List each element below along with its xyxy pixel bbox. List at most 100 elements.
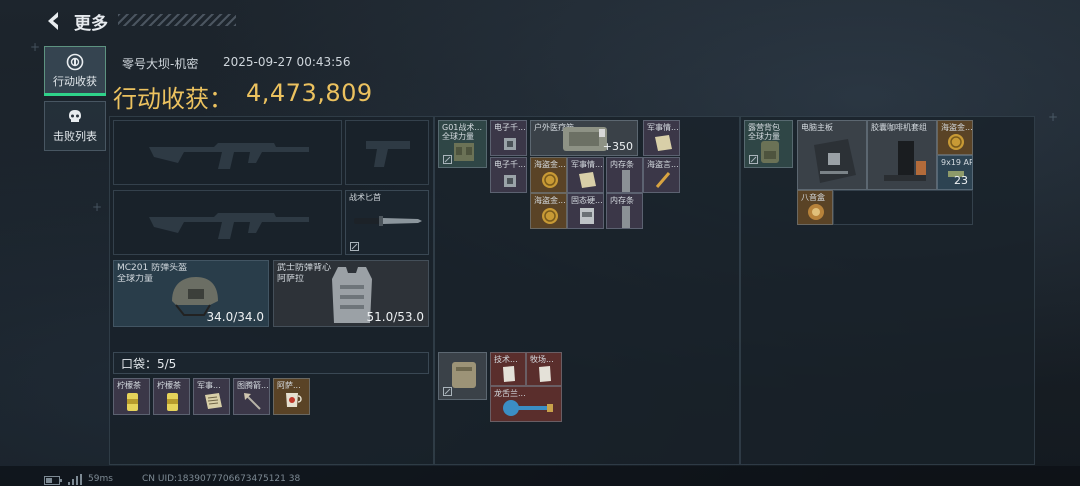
pocket-item[interactable]: 柠檬茶 bbox=[113, 378, 150, 415]
helmet-brand: 全球力量 bbox=[117, 274, 154, 284]
pocket-item[interactable]: 阿萨... bbox=[273, 378, 310, 415]
arrow-icon bbox=[244, 393, 261, 410]
rig-item[interactable]: 海盗金... bbox=[530, 193, 567, 229]
slot-link-icon bbox=[443, 387, 452, 396]
armor-durability: 51.0/53.0 bbox=[366, 310, 424, 324]
item-label: 海盗金... bbox=[534, 196, 566, 205]
pocket-item[interactable]: 军事... bbox=[193, 378, 230, 415]
rig-item[interactable]: 户外医疗箱 +350 bbox=[530, 120, 638, 156]
gold-coin-icon bbox=[542, 172, 558, 188]
rig-item[interactable]: 军事情... bbox=[643, 120, 680, 156]
tab-loot[interactable]: 行动收获 bbox=[44, 46, 106, 96]
primary-weapon-slot[interactable] bbox=[113, 120, 342, 185]
backpack-item[interactable]: 八音盒 bbox=[797, 190, 833, 225]
helmet-slot[interactable]: MC201 防弹头盔 全球力量 34.0/34.0 bbox=[113, 260, 269, 327]
pistol-slot[interactable] bbox=[345, 120, 429, 185]
page-title: 更多 bbox=[74, 14, 108, 34]
rig-item[interactable]: 电子千... bbox=[490, 157, 527, 193]
safe-case-slot[interactable] bbox=[438, 352, 487, 400]
decor-plus: + bbox=[1048, 110, 1059, 124]
electronic-chip-icon bbox=[504, 138, 516, 150]
back-arrow-icon[interactable] bbox=[44, 10, 64, 32]
item-label: 图腾箭... bbox=[237, 381, 269, 390]
gold-coin-icon bbox=[948, 134, 964, 150]
rig-item[interactable]: 海盗言... bbox=[643, 157, 680, 193]
backpack-item[interactable]: 海盗金... bbox=[937, 120, 973, 155]
pocket-label: 口袋：5/5 bbox=[121, 357, 177, 371]
gold-coin-icon bbox=[542, 208, 558, 224]
case-item[interactable]: 龙舌兰... bbox=[490, 386, 562, 422]
pen-icon bbox=[655, 172, 671, 188]
item-label: 电子千... bbox=[494, 123, 526, 132]
slot-link-icon bbox=[749, 155, 758, 164]
tab-loot-label: 行动收获 bbox=[53, 75, 97, 88]
ssd-icon bbox=[580, 208, 594, 224]
item-count: 23 bbox=[954, 174, 968, 187]
rig-item[interactable]: 内存条 bbox=[606, 157, 643, 193]
item-label: 9x19 AP6.3 bbox=[941, 158, 973, 167]
chest-rig-icon bbox=[454, 143, 474, 161]
knife-icon bbox=[354, 216, 422, 226]
item-label: 海盗金... bbox=[534, 160, 566, 169]
coffee-machine-icon bbox=[884, 141, 926, 181]
rig-slot[interactable]: G01战术... 全球力量 bbox=[438, 120, 487, 168]
item-label: 胶囊咖啡机套组 bbox=[871, 123, 927, 132]
item-label: 电脑主板 bbox=[801, 123, 833, 132]
case-item[interactable]: 技术... bbox=[490, 352, 526, 386]
item-label: 军事... bbox=[197, 381, 221, 390]
item-label: 电子千... bbox=[494, 160, 526, 169]
armor-brand: 阿萨拉 bbox=[277, 274, 305, 284]
raid-timestamp: 2025-09-27 00:43:56 bbox=[223, 55, 351, 69]
backpack-item[interactable]: 9x19 AP6.3 23 bbox=[937, 155, 973, 190]
helmet-durability: 34.0/34.0 bbox=[206, 310, 264, 324]
case-item[interactable]: 牧场... bbox=[526, 352, 562, 386]
pocket-item[interactable]: 图腾箭... bbox=[233, 378, 270, 415]
signal-icon bbox=[68, 474, 82, 485]
rig-item[interactable]: 电子千... bbox=[490, 120, 527, 156]
tequila-bottle-icon bbox=[503, 400, 553, 416]
item-label: 柠檬茶 bbox=[117, 381, 141, 390]
screen: + + + 更多 行动收获 击败列表 零号大坝-机密 2025-09-27 00… bbox=[0, 0, 1080, 486]
skull-icon bbox=[69, 110, 81, 122]
backpack-icon bbox=[761, 141, 779, 163]
document-icon bbox=[205, 393, 222, 409]
item-label: 海盗言... bbox=[647, 160, 679, 169]
memory-stick-icon bbox=[622, 206, 630, 228]
tab-kills-label: 击败列表 bbox=[53, 130, 97, 143]
pocket-item[interactable]: 柠檬茶 bbox=[153, 378, 190, 415]
secondary-weapon-slot[interactable] bbox=[113, 190, 342, 255]
can-icon bbox=[127, 393, 138, 411]
slot-link-icon bbox=[443, 155, 452, 164]
armor-slot[interactable]: 武士防弹背心 阿萨拉 51.0/53.0 bbox=[273, 260, 429, 327]
item-label: 军事情... bbox=[571, 160, 603, 169]
slot-link-icon bbox=[350, 242, 359, 251]
rifle-silhouette-icon bbox=[149, 213, 309, 239]
haul-value: 4,473,809 bbox=[246, 79, 373, 107]
backpack-item[interactable]: 胶囊咖啡机套组 bbox=[867, 120, 937, 190]
pistol-silhouette-icon bbox=[366, 141, 410, 167]
item-label: 军事情... bbox=[647, 123, 679, 132]
cup-icon bbox=[286, 393, 302, 407]
backpack-slot[interactable]: 露营背包 全球力量 bbox=[744, 120, 793, 168]
tab-kills[interactable]: 击败列表 bbox=[44, 101, 106, 151]
item-count: +350 bbox=[602, 140, 633, 153]
safe-case-icon bbox=[452, 362, 476, 388]
rig-item[interactable]: 军事情... bbox=[567, 157, 604, 193]
rig-item[interactable]: 固态硬... bbox=[567, 193, 604, 229]
loot-icon bbox=[66, 53, 84, 71]
melee-slot[interactable]: 战术匕首 bbox=[345, 190, 429, 255]
map-name: 零号大坝-机密 bbox=[122, 57, 199, 71]
rig-item[interactable]: 内存条 bbox=[606, 193, 643, 229]
battery-icon bbox=[44, 476, 62, 485]
rifle-silhouette-icon bbox=[149, 143, 309, 169]
memory-stick-icon bbox=[622, 170, 630, 192]
electronic-chip-icon bbox=[504, 175, 516, 187]
tech-document-icon bbox=[503, 366, 515, 382]
rig-item[interactable]: 海盗金... bbox=[530, 157, 567, 193]
backpack-item[interactable]: 电脑主板 bbox=[797, 120, 867, 190]
ranch-card-icon bbox=[539, 366, 551, 382]
motherboard-icon bbox=[814, 139, 856, 183]
item-label: 固态硬... bbox=[571, 196, 603, 205]
decor-plus: + bbox=[92, 200, 103, 214]
document-icon bbox=[579, 172, 596, 188]
